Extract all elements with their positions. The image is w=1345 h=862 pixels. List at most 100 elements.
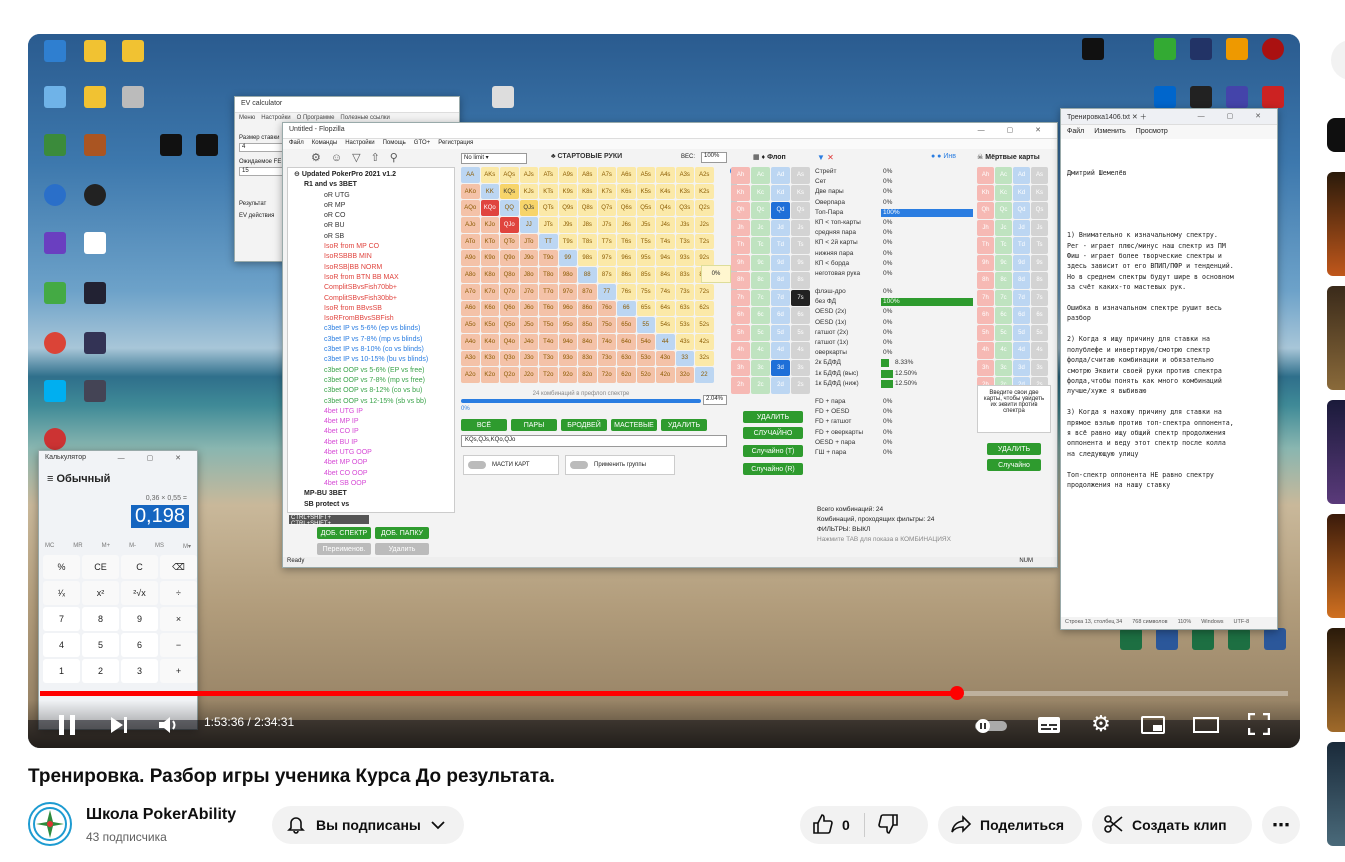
hand-cell[interactable]: 42s — [695, 333, 714, 350]
hand-cell[interactable]: JJ — [519, 217, 538, 233]
dead-card[interactable]: Th — [977, 237, 994, 254]
channel-avatar[interactable] — [28, 802, 72, 846]
hand-cell[interactable]: 33 — [675, 350, 694, 367]
flop-clear-button[interactable]: УДАЛИТЬ — [743, 411, 803, 423]
tree-item[interactable]: c3bet IP vs 10-15% (bu vs blinds) — [294, 355, 428, 365]
calculator-key[interactable]: − — [160, 633, 197, 657]
tree-item[interactable]: c3bet OOP vs 8-12% (co vs bu) — [294, 386, 428, 396]
hand-cell[interactable]: J3o — [519, 350, 538, 367]
hand-cell[interactable]: K6o — [480, 300, 499, 317]
dislike-button[interactable] — [877, 813, 899, 838]
tree-item[interactable]: IsoR from MP CO — [294, 242, 428, 252]
range-percent-input[interactable]: 2.04% — [703, 395, 727, 405]
flop-card[interactable]: 3c — [751, 359, 770, 376]
hand-cell[interactable]: KK — [480, 183, 499, 200]
hand-cell[interactable]: TT — [539, 233, 558, 250]
hand-cell[interactable]: 96s — [617, 250, 636, 267]
hand-cell[interactable]: KQo — [480, 200, 499, 217]
flop-card[interactable]: 8h — [731, 272, 750, 289]
hand-cell[interactable]: T6s — [617, 233, 636, 250]
settings-gear-icon[interactable]: ⚙ — [1088, 711, 1114, 736]
ev-field2-input[interactable]: 15 — [239, 167, 283, 176]
calculator-memory-key[interactable]: MS — [155, 543, 164, 550]
hand-cell[interactable]: Q6s — [617, 200, 636, 217]
hand-cell[interactable]: K9s — [558, 183, 577, 200]
calculator-key[interactable]: ²√x — [121, 581, 158, 605]
theater-mode-icon[interactable] — [1192, 714, 1220, 736]
broadway-button[interactable]: БРОДВЕЙ — [561, 419, 607, 431]
select-all-button[interactable]: ВСЁ — [461, 419, 507, 431]
hand-cell[interactable]: AJs — [519, 167, 538, 183]
dead-card[interactable]: Kh — [977, 184, 994, 201]
flop-card-picker[interactable]: Ah Ac Ad As Kh Kc Kd Ks Qh Qc Qd Qs Jh Jc Jd Js Th Tc Td Ts… — [731, 167, 810, 394]
ev-field1-input[interactable]: 4 — [239, 143, 283, 152]
hand-cell[interactable]: A7s — [597, 167, 616, 183]
flop-card[interactable]: Tc — [751, 237, 770, 254]
tree-item[interactable]: 4bet SB OOP — [294, 479, 428, 489]
sidebar-video-thumbnail[interactable] — [1327, 628, 1345, 732]
dead-card[interactable]: 8h — [977, 272, 994, 289]
hand-cell[interactable]: KTs — [539, 183, 558, 200]
hand-cell[interactable]: J9s — [558, 217, 577, 233]
flop-card[interactable]: Qd — [771, 202, 790, 219]
flop-card[interactable]: 9s — [791, 254, 810, 271]
window-controls[interactable]: — ▢ ✕ — [1198, 112, 1271, 120]
hand-cell[interactable]: 88 — [578, 267, 597, 283]
tree-item[interactable]: 4bet CO OOP — [294, 469, 428, 479]
dead-card[interactable]: Qd — [1013, 202, 1030, 219]
menu-item[interactable]: Помощь — [383, 140, 406, 148]
hand-cell[interactable]: KTo — [480, 233, 499, 250]
hand-cell[interactable]: 66 — [617, 300, 636, 317]
tree-item[interactable]: ComplitSBvsFish30bb+ — [294, 294, 428, 304]
hand-cell[interactable]: 96o — [558, 300, 577, 317]
hand-cell[interactable]: 32s — [695, 350, 714, 367]
sidebar-video-thumbnail[interactable] — [1327, 400, 1345, 504]
hand-cell[interactable]: 73s — [675, 283, 694, 300]
hand-cell[interactable]: K6s — [617, 183, 636, 200]
tree-item[interactable]: 4bet BU IP — [294, 438, 428, 448]
stat-row[interactable]: Стрейт 0% — [815, 167, 975, 177]
dead-card[interactable]: 7s — [1031, 289, 1048, 306]
hand-cell[interactable]: 97s — [597, 250, 616, 267]
hand-cell[interactable]: QJo — [500, 217, 519, 233]
tree-item[interactable]: 4bet UTG OOP — [294, 448, 428, 458]
hand-cell[interactable]: J2o — [519, 367, 538, 383]
tree-item[interactable]: 4bet CO IP — [294, 427, 428, 437]
dead-card[interactable]: 5s — [1031, 324, 1048, 341]
calculator-memory-key[interactable]: M- — [129, 543, 136, 550]
tree-item[interactable]: 4bet MP OOP — [294, 458, 428, 468]
dead-card[interactable]: Td — [1013, 237, 1030, 254]
hand-cell[interactable]: 32o — [675, 367, 694, 383]
tree-item[interactable]: c3bet OOP vs 12-15% (sb vs bb) — [294, 397, 428, 407]
dead-card[interactable]: Ad — [1013, 167, 1030, 184]
next-video-icon[interactable] — [106, 712, 132, 738]
calculator-key[interactable]: 4 — [43, 633, 80, 657]
flop-card[interactable]: Ah — [731, 167, 750, 184]
hand-cell[interactable]: 84o — [578, 333, 597, 350]
hand-cell[interactable]: 76s — [617, 283, 636, 300]
calculator-key[interactable]: % — [43, 555, 80, 579]
miniplayer-icon[interactable] — [1140, 714, 1166, 736]
calculator-key[interactable]: 2 — [82, 659, 119, 683]
stat-row[interactable]: 2к БДФД 8.33% — [815, 358, 975, 368]
stat-row[interactable]: КП < борда 0% — [815, 259, 975, 269]
sidebar-filter-chip[interactable] — [1327, 118, 1345, 152]
tree-root[interactable]: ⊖ Updated PokerPro 2021 v1.2 — [294, 170, 428, 180]
dead-card[interactable]: Kc — [995, 184, 1012, 201]
dead-card[interactable]: 3s — [1031, 359, 1048, 376]
hand-cell[interactable]: Q2o — [500, 367, 519, 383]
hand-cell[interactable]: 43o — [656, 350, 675, 367]
tree-item[interactable]: IsoR from BBvsSB — [294, 304, 428, 314]
pairs-button[interactable]: ПАРЫ — [511, 419, 557, 431]
dead-card[interactable]: 3d — [1013, 359, 1030, 376]
volume-icon[interactable] — [156, 712, 182, 738]
flop-card[interactable]: 2c — [751, 377, 770, 394]
hand-cell[interactable]: QTs — [539, 200, 558, 217]
flop-card[interactable]: 4s — [791, 342, 810, 359]
hand-cell[interactable]: 97o — [558, 283, 577, 300]
tree-toolbar-icons[interactable]: ⚙☺▽⇧⚲ — [311, 151, 408, 164]
calculator-key[interactable]: 3 — [121, 659, 158, 683]
menu-item[interactable]: GTO+ — [414, 140, 430, 148]
tree-item[interactable]: ComplitSBvsFish70bb+ — [294, 283, 428, 293]
video-player[interactable]: EV calculator Меню Настройки О Программе… — [28, 34, 1300, 748]
